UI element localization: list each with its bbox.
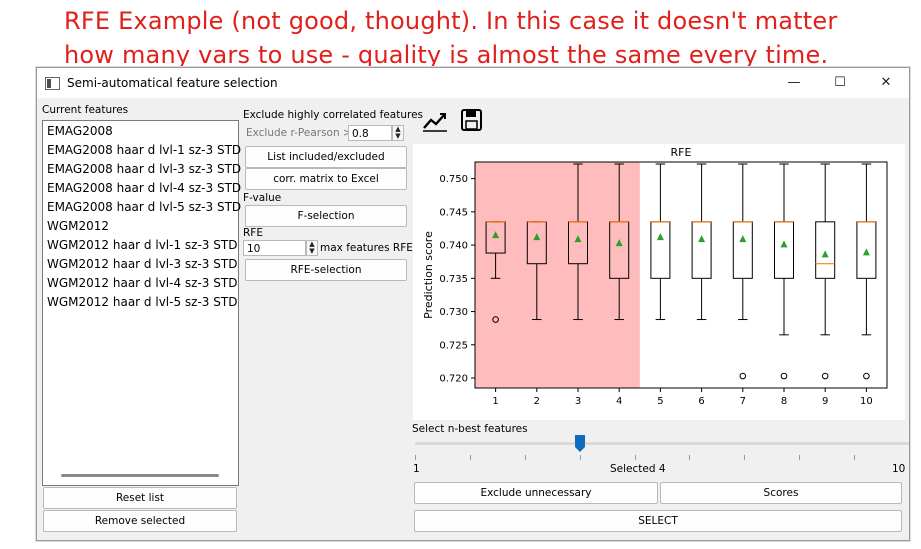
slider-tick [854, 455, 856, 460]
r-pearson-label: Exclude r-Pearson > [246, 127, 352, 139]
y-tick-label: 0.730 [439, 307, 468, 318]
horizontal-scrollbar[interactable] [61, 474, 219, 477]
y-tick-label: 0.725 [439, 340, 468, 351]
features-list[interactable]: EMAG2008 EMAG2008 haar d lvl-1 sz-3 STD EM… [42, 120, 241, 486]
n-best-label: Select n-best features [412, 423, 528, 435]
x-tick-label: 2 [534, 396, 540, 407]
slider-tick [469, 455, 471, 460]
scores-button[interactable]: Scores [660, 482, 902, 504]
slider-tick [524, 455, 526, 460]
box-plot: RFE 0.750 0.745 0.740 0.735 0.730 0.725 0.720 Pr… [422, 146, 888, 407]
feature-list-item[interactable]: EMAG2008 haar d lvl-5 sz-3 STD [43, 198, 241, 217]
close-button[interactable]: ✕ [867, 72, 905, 94]
slider-tick [744, 455, 746, 460]
feature-list-item[interactable]: WGM2012 haar d lvl-1 sz-3 STD [43, 236, 238, 255]
corr-header-label: Exclude highly correlated features [243, 109, 424, 121]
outlier-point [821, 372, 829, 380]
box [732, 221, 753, 279]
corr-matrix-excel-button[interactable]: corr. matrix to Excel [245, 168, 407, 190]
feature-list-item[interactable]: EMAG2008 haar d lvl-3 sz-3 STD [43, 160, 241, 179]
feature-list-item[interactable]: WGM2012 [43, 217, 238, 236]
outlier-point [739, 372, 747, 380]
x-tick-label: 7 [740, 396, 746, 407]
slider-tick [634, 455, 636, 460]
window-title: Semi-automatical feature selection [67, 76, 278, 90]
slider-selected-text: Selected 4 [610, 463, 666, 475]
feature-list-item[interactable]: WGM2012 haar d lvl-5 sz-3 STD [43, 293, 238, 312]
mean-marker [739, 235, 747, 243]
main-window: Semi-automatical feature selection — ☐ ✕… [36, 67, 910, 541]
slider-min-label: 1 [413, 463, 420, 475]
r-pearson-spinner[interactable]: ▲ ▼ [392, 125, 404, 141]
outlier-point [780, 372, 788, 380]
n-best-slider-track[interactable] [415, 442, 909, 445]
box [815, 221, 836, 279]
slider-max-label: 10 [892, 463, 906, 475]
slider-tick [909, 455, 910, 460]
feature-list-item[interactable]: EMAG2008 haar d lvl-4 sz-3 STD [43, 179, 241, 198]
remove-selected-button[interactable]: Remove selected [43, 510, 237, 532]
rfe-max-spinner[interactable]: ▲ ▼ [306, 240, 318, 256]
chart-title: RFE [671, 146, 692, 159]
x-tick-label: 3 [575, 396, 581, 407]
highlight-region [475, 162, 640, 388]
x-tick-label: 8 [781, 396, 787, 407]
y-tick-label: 0.740 [439, 241, 468, 252]
box [650, 221, 671, 279]
f-selection-button[interactable]: F-selection [245, 205, 407, 227]
select-button[interactable]: SELECT [414, 510, 902, 532]
app-icon [45, 77, 60, 90]
x-tick-label: 4 [616, 396, 622, 407]
title-bar: Semi-automatical feature selection — ☐ ✕ [37, 68, 909, 98]
y-tick-label: 0.745 [439, 207, 468, 218]
rfe-max-label: max features RFE [320, 242, 413, 254]
feature-list-item[interactable]: WGM2012 haar d lvl-3 sz-3 STD [43, 255, 238, 274]
rfe-selection-button[interactable]: RFE-selection [245, 259, 407, 281]
slider-tick [579, 455, 581, 460]
mean-marker [698, 235, 706, 243]
mean-marker [862, 248, 870, 256]
x-tick-label: 5 [657, 396, 663, 407]
x-tick-label: 10 [860, 396, 873, 407]
current-features-label: Current features [42, 104, 129, 116]
y-tick-label: 0.735 [439, 274, 468, 285]
line-chart-icon[interactable] [421, 107, 449, 133]
r-pearson-input[interactable]: 0.8 [348, 125, 392, 141]
box [774, 221, 794, 279]
box [691, 221, 712, 279]
mean-marker [656, 233, 664, 241]
list-included-excluded-button[interactable]: List included/excluded [245, 146, 407, 168]
rfe-max-input[interactable]: 10 [243, 240, 306, 256]
x-tick-label: 9 [822, 396, 828, 407]
maximize-button[interactable]: ☐ [821, 72, 859, 94]
n-best-slider-handle[interactable] [574, 435, 585, 452]
x-tick-label: 6 [698, 396, 704, 407]
mean-marker [780, 240, 788, 248]
exclude-unnecessary-button[interactable]: Exclude unnecessary [414, 482, 658, 504]
y-tick-label: 0.720 [439, 374, 468, 385]
reset-list-button[interactable]: Reset list [43, 487, 237, 509]
minimize-button[interactable]: — [775, 72, 813, 94]
floppy-disk-icon[interactable] [458, 107, 486, 133]
slider-tick [415, 455, 416, 460]
slider-tick [799, 455, 801, 460]
feature-list-item[interactable]: WGM2012 haar d lvl-4 sz-3 STD [43, 274, 238, 293]
y-tick-label: 0.750 [439, 174, 468, 185]
feature-list-item[interactable]: EMAG2008 [43, 122, 238, 141]
slider-tick [689, 455, 691, 460]
feature-list-item[interactable]: EMAG2008 haar d lvl-1 sz-3 STD [43, 141, 241, 160]
y-axis-label: Prediction score [422, 231, 435, 319]
outlier-point [863, 372, 870, 380]
f-value-label: F-value [243, 192, 282, 204]
rfe-chart: RFE 0.750 0.745 0.740 0.735 0.730 0.725 0.720 Pr… [413, 144, 905, 420]
rfe-label: RFE [243, 227, 263, 239]
mean-marker [821, 250, 829, 258]
x-tick-label: 1 [492, 396, 498, 407]
